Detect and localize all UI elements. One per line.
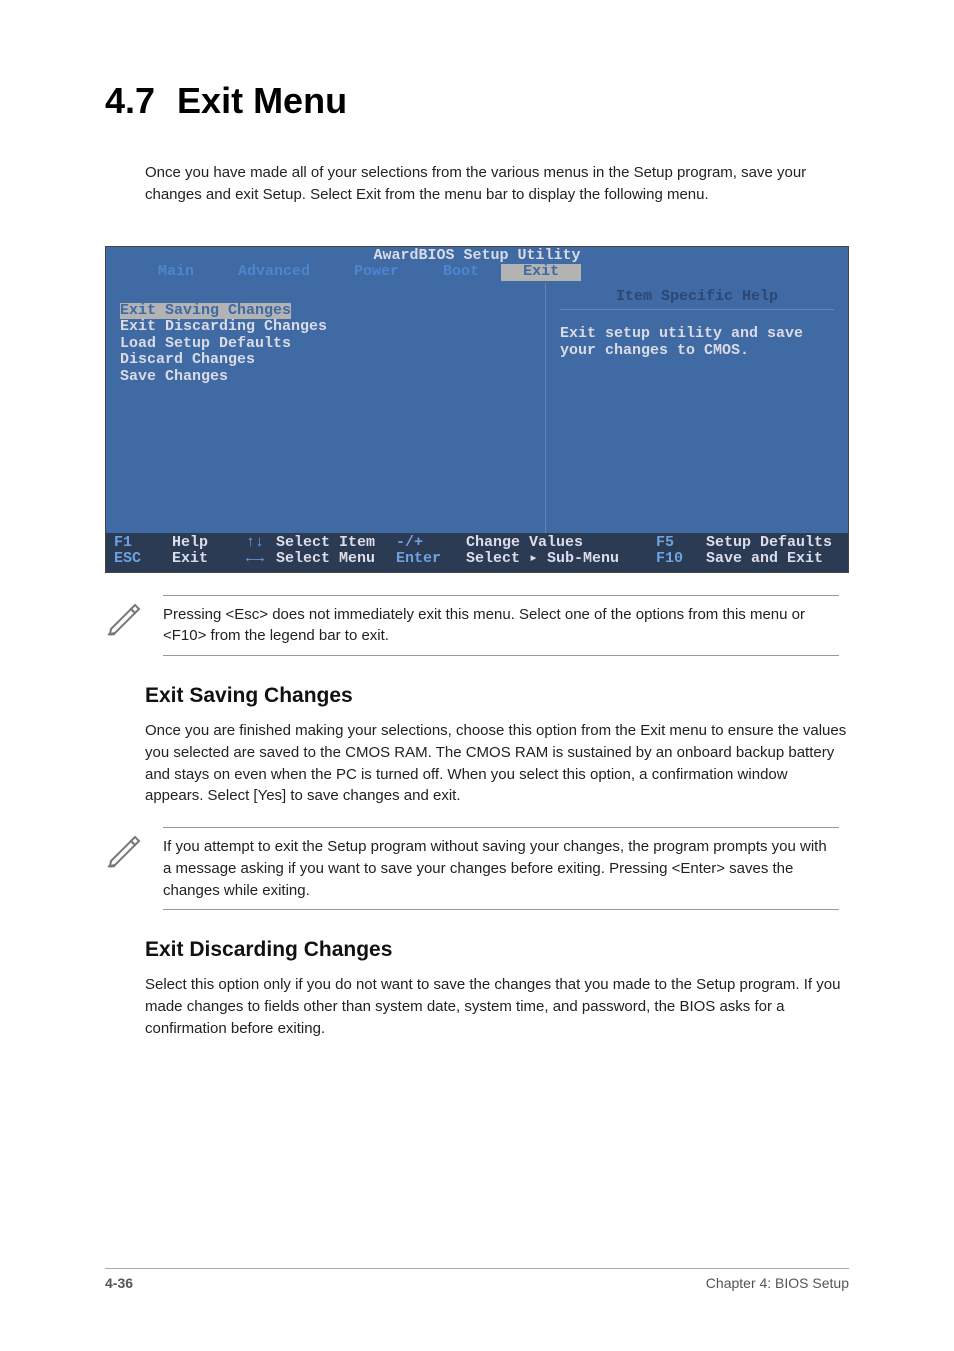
- heading-title: Exit Menu: [177, 80, 347, 121]
- bios-footer: F1 Help ↑↓ Select Item -/+ Change Values…: [106, 533, 848, 572]
- farrow-leftright: ←→: [234, 551, 276, 568]
- farrow-updown: ↑↓: [234, 535, 276, 552]
- note-row-1: Pressing <Esc> does not immediately exit…: [105, 595, 839, 657]
- bios-item-load-defaults[interactable]: Load Setup Defaults: [120, 336, 531, 353]
- note-row-2: If you attempt to exit the Setup program…: [105, 827, 839, 910]
- heading-number: 4.7: [105, 80, 155, 121]
- bios-item-save-changes[interactable]: Save Changes: [120, 369, 531, 386]
- bios-footer-row-1: F1 Help ↑↓ Select Item -/+ Change Values…: [114, 535, 840, 552]
- bios-tab-boot[interactable]: Boot: [421, 264, 501, 281]
- bios-help-text: Exit setup utility and save your changes…: [560, 326, 834, 359]
- bios-footer-row-2: ESC Exit ←→ Select Menu Enter Select ▸ S…: [114, 551, 840, 568]
- fkey-f5: F5: [656, 535, 706, 552]
- chapter-label: Chapter 4: BIOS Setup: [706, 1275, 849, 1291]
- fkey-f10: F10: [656, 551, 706, 568]
- pencil-icon: [105, 597, 145, 637]
- bios-right-pane: Item Specific Help Exit setup utility an…: [546, 283, 848, 533]
- bios-tab-main[interactable]: Main: [136, 264, 216, 281]
- bios-body: Exit Saving Changes Exit Discarding Chan…: [106, 283, 848, 533]
- bios-tab-advanced[interactable]: Advanced: [216, 264, 332, 281]
- bios-tabs: Main Advanced Power Boot Exit: [106, 264, 848, 281]
- bios-tab-exit[interactable]: Exit: [501, 264, 581, 281]
- note-content-1: Pressing <Esc> does not immediately exit…: [163, 595, 839, 657]
- section-para-2: Select this option only if you do not wa…: [145, 974, 849, 1039]
- bios-help-title: Item Specific Help: [560, 289, 834, 306]
- bios-item-discard-changes[interactable]: Discard Changes: [120, 352, 531, 369]
- flabel-exit: Exit: [172, 551, 234, 568]
- bios-window: AwardBIOS Setup Utility Main Advanced Po…: [105, 246, 849, 573]
- flabel-setup-defaults: Setup Defaults: [706, 535, 832, 552]
- bios-item-exit-saving[interactable]: Exit Saving Changes: [120, 303, 291, 320]
- page-number: 4-36: [105, 1275, 133, 1291]
- page-footer: 4-36 Chapter 4: BIOS Setup: [105, 1268, 849, 1291]
- section-head-1: Exit Saving Changes: [145, 684, 849, 708]
- note-content-2: If you attempt to exit the Setup program…: [163, 827, 839, 910]
- fkey-f1: F1: [114, 535, 172, 552]
- flabel-help: Help: [172, 535, 234, 552]
- bios-item-exit-discarding[interactable]: Exit Discarding Changes: [120, 319, 531, 336]
- flabel-save-and-exit: Save and Exit: [706, 551, 823, 568]
- pencil-icon: [105, 829, 145, 869]
- flabel-change-values: Change Values: [466, 535, 656, 552]
- fkey-esc: ESC: [114, 551, 172, 568]
- bios-tab-power[interactable]: Power: [332, 264, 421, 281]
- fkey-plusminus: -/+: [396, 535, 466, 552]
- page-heading: 4.7 Exit Menu: [105, 80, 849, 122]
- section-para-1: Once you are finished making your select…: [145, 720, 849, 807]
- intro-paragraph: Once you have made all of your selection…: [145, 162, 849, 206]
- bios-titlebar: AwardBIOS Setup Utility Main Advanced Po…: [106, 247, 848, 283]
- bios-title: AwardBIOS Setup Utility: [106, 247, 848, 265]
- flabel-select-submenu: Select ▸ Sub-Menu: [466, 551, 656, 568]
- section-head-2: Exit Discarding Changes: [145, 938, 849, 962]
- flabel-select-item: Select Item: [276, 535, 396, 552]
- fkey-enter: Enter: [396, 551, 466, 568]
- bios-left-pane: Exit Saving Changes Exit Discarding Chan…: [106, 283, 546, 533]
- flabel-select-menu: Select Menu: [276, 551, 396, 568]
